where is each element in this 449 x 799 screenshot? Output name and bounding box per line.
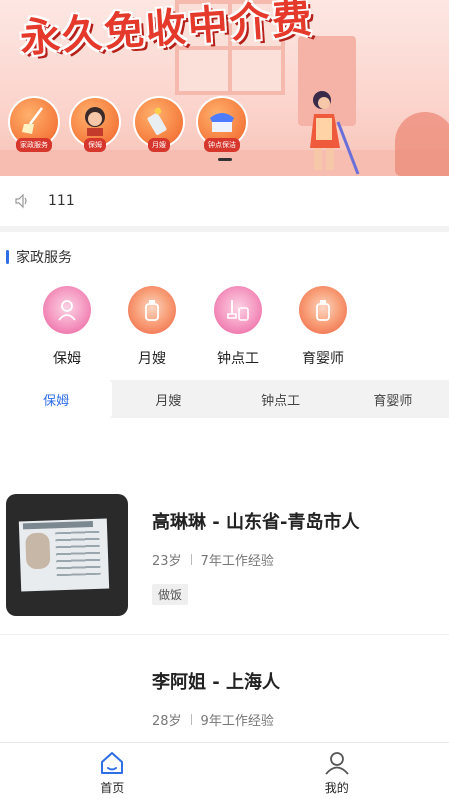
bottle-icon xyxy=(299,286,347,334)
banner-category-0[interactable]: 家政服务 xyxy=(6,96,62,152)
banner-title: 永久免收中介费 xyxy=(18,0,316,63)
tab-childcare-specialist[interactable]: 育婴师 xyxy=(337,380,449,418)
promo-banner[interactable]: 永久免收中介费 家政服务 保姆 月嫂 钟点保洁 xyxy=(0,0,449,176)
category-tabs: 保姆 月嫂 钟点工 育婴师 xyxy=(0,380,449,418)
service-nanny[interactable]: 保姆 xyxy=(32,286,102,368)
notice-text: 111 xyxy=(48,193,75,209)
home-icon xyxy=(101,752,124,774)
service-childcare-specialist[interactable]: 育婴师 xyxy=(288,286,358,368)
worker-name: 高琳琳 - 山东省-青岛市人 xyxy=(152,512,360,533)
speaker-icon xyxy=(15,193,27,209)
tab-maternity-matron[interactable]: 月嫂 xyxy=(112,380,224,418)
notice-bar[interactable]: 111 xyxy=(0,178,449,224)
section-title: 家政服务 xyxy=(16,250,72,266)
bottom-navigation: 首页 我的 xyxy=(0,742,449,799)
section-divider xyxy=(0,226,449,232)
worker-photo xyxy=(6,494,128,616)
meta-separator xyxy=(190,714,192,725)
nav-profile[interactable]: 我的 xyxy=(225,743,449,799)
worker-meta: 28岁 9年工作经验 xyxy=(152,710,274,729)
nav-home-label: 首页 xyxy=(100,781,125,795)
housekeeper-illustration xyxy=(310,91,360,175)
user-icon xyxy=(325,752,349,775)
banner-category-2[interactable]: 月嫂 xyxy=(131,96,187,152)
worker-age: 23岁 xyxy=(152,554,182,569)
banner-category-1[interactable]: 保姆 xyxy=(67,96,123,152)
service-hourly-worker[interactable]: 钟点工 xyxy=(203,286,273,368)
banner-category-3[interactable]: 钟点保洁 xyxy=(194,96,250,152)
skill-badge: 做饭 xyxy=(152,584,189,605)
bottle-icon xyxy=(128,286,176,334)
list-divider xyxy=(0,634,449,635)
banner-floor-decoration xyxy=(0,150,449,176)
worker-experience: 9年工作经验 xyxy=(200,714,274,729)
worker-experience: 7年工作经验 xyxy=(200,554,274,569)
tab-nanny[interactable]: 保姆 xyxy=(0,380,113,418)
banner-plant-decoration xyxy=(395,112,449,176)
worker-name: 李阿姐 - 上海人 xyxy=(152,672,281,693)
service-maternity-matron[interactable]: 月嫂 xyxy=(117,286,187,368)
section-header: 家政服务 xyxy=(6,247,72,267)
worker-meta: 23岁 7年工作经验 xyxy=(152,550,274,569)
nav-home[interactable]: 首页 xyxy=(0,743,225,799)
nanny-icon xyxy=(43,286,91,334)
section-title-bar xyxy=(6,250,9,264)
worker-age: 28岁 xyxy=(152,714,182,729)
mop-bucket-icon xyxy=(214,286,262,334)
meta-separator xyxy=(190,554,192,565)
tab-hourly-worker[interactable]: 钟点工 xyxy=(225,380,337,418)
worker-card[interactable]: 李阿姐 - 上海人 28岁 9年工作经验 xyxy=(0,636,449,746)
nav-profile-label: 我的 xyxy=(324,781,349,795)
worker-card[interactable]: 高琳琳 - 山东省-青岛市人 23岁 7年工作经验 做饭 xyxy=(0,490,449,634)
banner-pagination-indicator xyxy=(218,158,232,161)
